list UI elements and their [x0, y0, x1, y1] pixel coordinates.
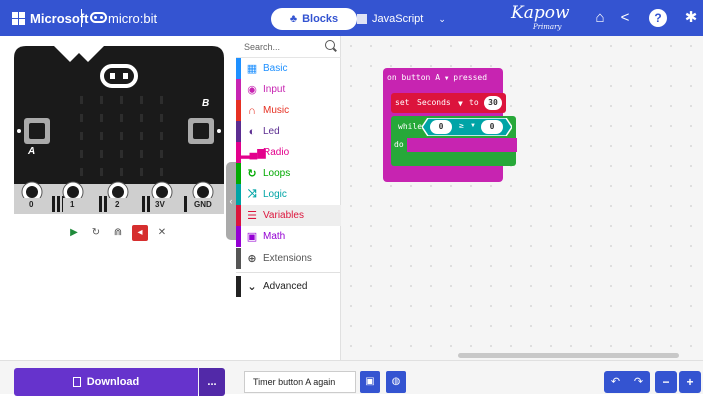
right-operand-input[interactable]: 0 — [481, 120, 503, 134]
pin-2[interactable]: 2 — [115, 200, 119, 209]
settings-icon[interactable]: ✱ — [682, 9, 700, 27]
top-menu-bar: Microsoft micro:bit ♣ Blocks JavaScript … — [0, 0, 703, 36]
while-label: while — [398, 122, 423, 131]
category-logic[interactable]: ⤨ Logic — [236, 184, 341, 205]
fullscreen-icon[interactable]: ✕ — [154, 225, 170, 241]
mute-icon[interactable]: ◂ — [132, 225, 148, 241]
category-input[interactable]: ◉ Input — [236, 79, 341, 100]
pin-0[interactable]: 0 — [29, 200, 33, 209]
category-variables[interactable]: ☰ Variables — [236, 205, 341, 226]
shuffle-icon: ⤨ — [247, 188, 257, 200]
category-led[interactable]: ◐ Led — [236, 121, 341, 142]
on-button-pressed-label: on button A ▼ pressed — [387, 73, 488, 82]
operator-select[interactable]: ≥ — [459, 121, 464, 130]
variable-select[interactable]: Seconds — [417, 98, 451, 107]
set-variable-block[interactable]: set Seconds ▼ to 30 — [391, 93, 506, 113]
set-label: set — [395, 98, 410, 107]
javascript-icon — [357, 14, 367, 24]
kapow-logo: Kapow Primary — [511, 3, 570, 31]
tab-blocks-label: Blocks — [302, 13, 339, 25]
search-input[interactable]: Search... — [244, 42, 280, 52]
headphones-icon: ∩ — [248, 104, 256, 117]
zoom-in-icon[interactable]: + — [679, 371, 701, 393]
github-icon[interactable]: ◍ — [386, 371, 406, 393]
restart-icon[interactable]: ↻ — [88, 225, 104, 241]
share-icon[interactable]: < — [616, 9, 634, 27]
calculator-icon: ▣ — [246, 231, 258, 243]
signal-icon: ▂▄▆ — [241, 147, 266, 159]
plus-icon: ⊕ — [247, 253, 257, 265]
category-loops[interactable]: ↻ Loops — [236, 163, 341, 184]
microbit-logo-icon — [90, 12, 107, 23]
category-radio[interactable]: ▂▄▆ Radio — [236, 142, 341, 163]
grid-icon: ▦ — [246, 63, 258, 75]
puzzle-icon: ♣ — [289, 13, 298, 25]
dropdown-arrow-icon[interactable]: ▼ — [458, 99, 463, 108]
product-name[interactable]: micro:bit — [108, 11, 157, 26]
button-a-label: A — [28, 146, 36, 157]
play-icon[interactable]: ▶ — [66, 225, 82, 241]
left-operand-input[interactable]: 0 — [430, 120, 452, 134]
download-icon — [72, 377, 81, 387]
tab-javascript[interactable]: JavaScript ⌄ — [357, 8, 447, 30]
target-icon: ◉ — [247, 84, 257, 96]
download-button[interactable]: Download — [14, 368, 198, 396]
pin-gnd: GND — [194, 200, 212, 209]
microsoft-logo-icon — [12, 12, 25, 25]
redo-icon[interactable]: ↷ — [627, 371, 650, 393]
comparison-block[interactable]: 0 ≥ ▼ 0 — [422, 118, 512, 136]
to-label: to — [469, 98, 479, 107]
tab-javascript-label: JavaScript — [372, 13, 424, 25]
workspace-scrollbar[interactable] — [458, 353, 679, 358]
dropdown-arrow-icon[interactable]: ▼ — [445, 75, 449, 82]
simulator-controls: ▶ ↻ ⋒ ◂ ✕ — [66, 225, 170, 241]
toggle-icon: ◐ — [248, 125, 256, 138]
save-icon[interactable]: ▣ — [360, 371, 380, 393]
undo-icon[interactable]: ↶ — [604, 371, 627, 393]
do-label: do — [394, 140, 404, 149]
while-body-slot — [407, 138, 517, 152]
slowmo-icon[interactable]: ⋒ — [110, 225, 126, 241]
category-music[interactable]: ∩ Music — [236, 100, 341, 121]
value-input[interactable]: 30 — [484, 96, 502, 110]
chevron-down-icon: ⌄ — [247, 281, 257, 293]
zoom-out-icon[interactable]: − — [655, 371, 677, 393]
help-icon[interactable]: ? — [649, 9, 667, 27]
toolbox-search[interactable]: Search... — [236, 36, 341, 58]
toolbox-divider — [236, 272, 341, 273]
chevron-down-icon[interactable]: ⌄ — [438, 14, 446, 25]
category-basic[interactable]: ▦ Basic — [236, 58, 341, 79]
collapse-simulator-handle[interactable]: ‹ — [226, 162, 236, 240]
microbit-board[interactable]: A B 0 1 2 3V GND — [14, 46, 224, 214]
project-name-input[interactable]: Timer button A again — [244, 371, 356, 393]
more-options-button[interactable]: ... — [199, 368, 225, 396]
header-separator — [81, 9, 82, 27]
home-icon[interactable]: ⌂ — [591, 9, 609, 27]
dropdown-arrow-icon[interactable]: ▼ — [470, 123, 476, 129]
download-label: Download — [86, 376, 140, 388]
button-select[interactable]: A — [435, 73, 440, 82]
brand-name[interactable]: Microsoft — [30, 11, 89, 26]
list-icon: ☰ — [247, 210, 257, 222]
editor-mode-switch: ♣ Blocks JavaScript ⌄ — [271, 8, 447, 30]
toolbox: Search... ▦ Basic ◉ Input ∩ Music ◐ Led … — [236, 36, 341, 360]
pin-3v: 3V — [155, 200, 165, 209]
loop-icon: ↻ — [247, 168, 257, 180]
simulator-panel: A B 0 1 2 3V GND ▶ ↻ ⋒ ◂ ✕ — [0, 36, 236, 360]
pin-1[interactable]: 1 — [70, 200, 74, 209]
category-advanced[interactable]: ⌄ Advanced — [236, 276, 341, 297]
button-b-label: B — [202, 98, 210, 109]
undo-redo-group: ↶ ↷ — [604, 371, 650, 393]
tab-blocks[interactable]: ♣ Blocks — [271, 8, 357, 30]
category-extensions[interactable]: ⊕ Extensions — [236, 248, 341, 269]
search-icon[interactable] — [325, 40, 335, 50]
category-math[interactable]: ▣ Math — [236, 226, 341, 247]
